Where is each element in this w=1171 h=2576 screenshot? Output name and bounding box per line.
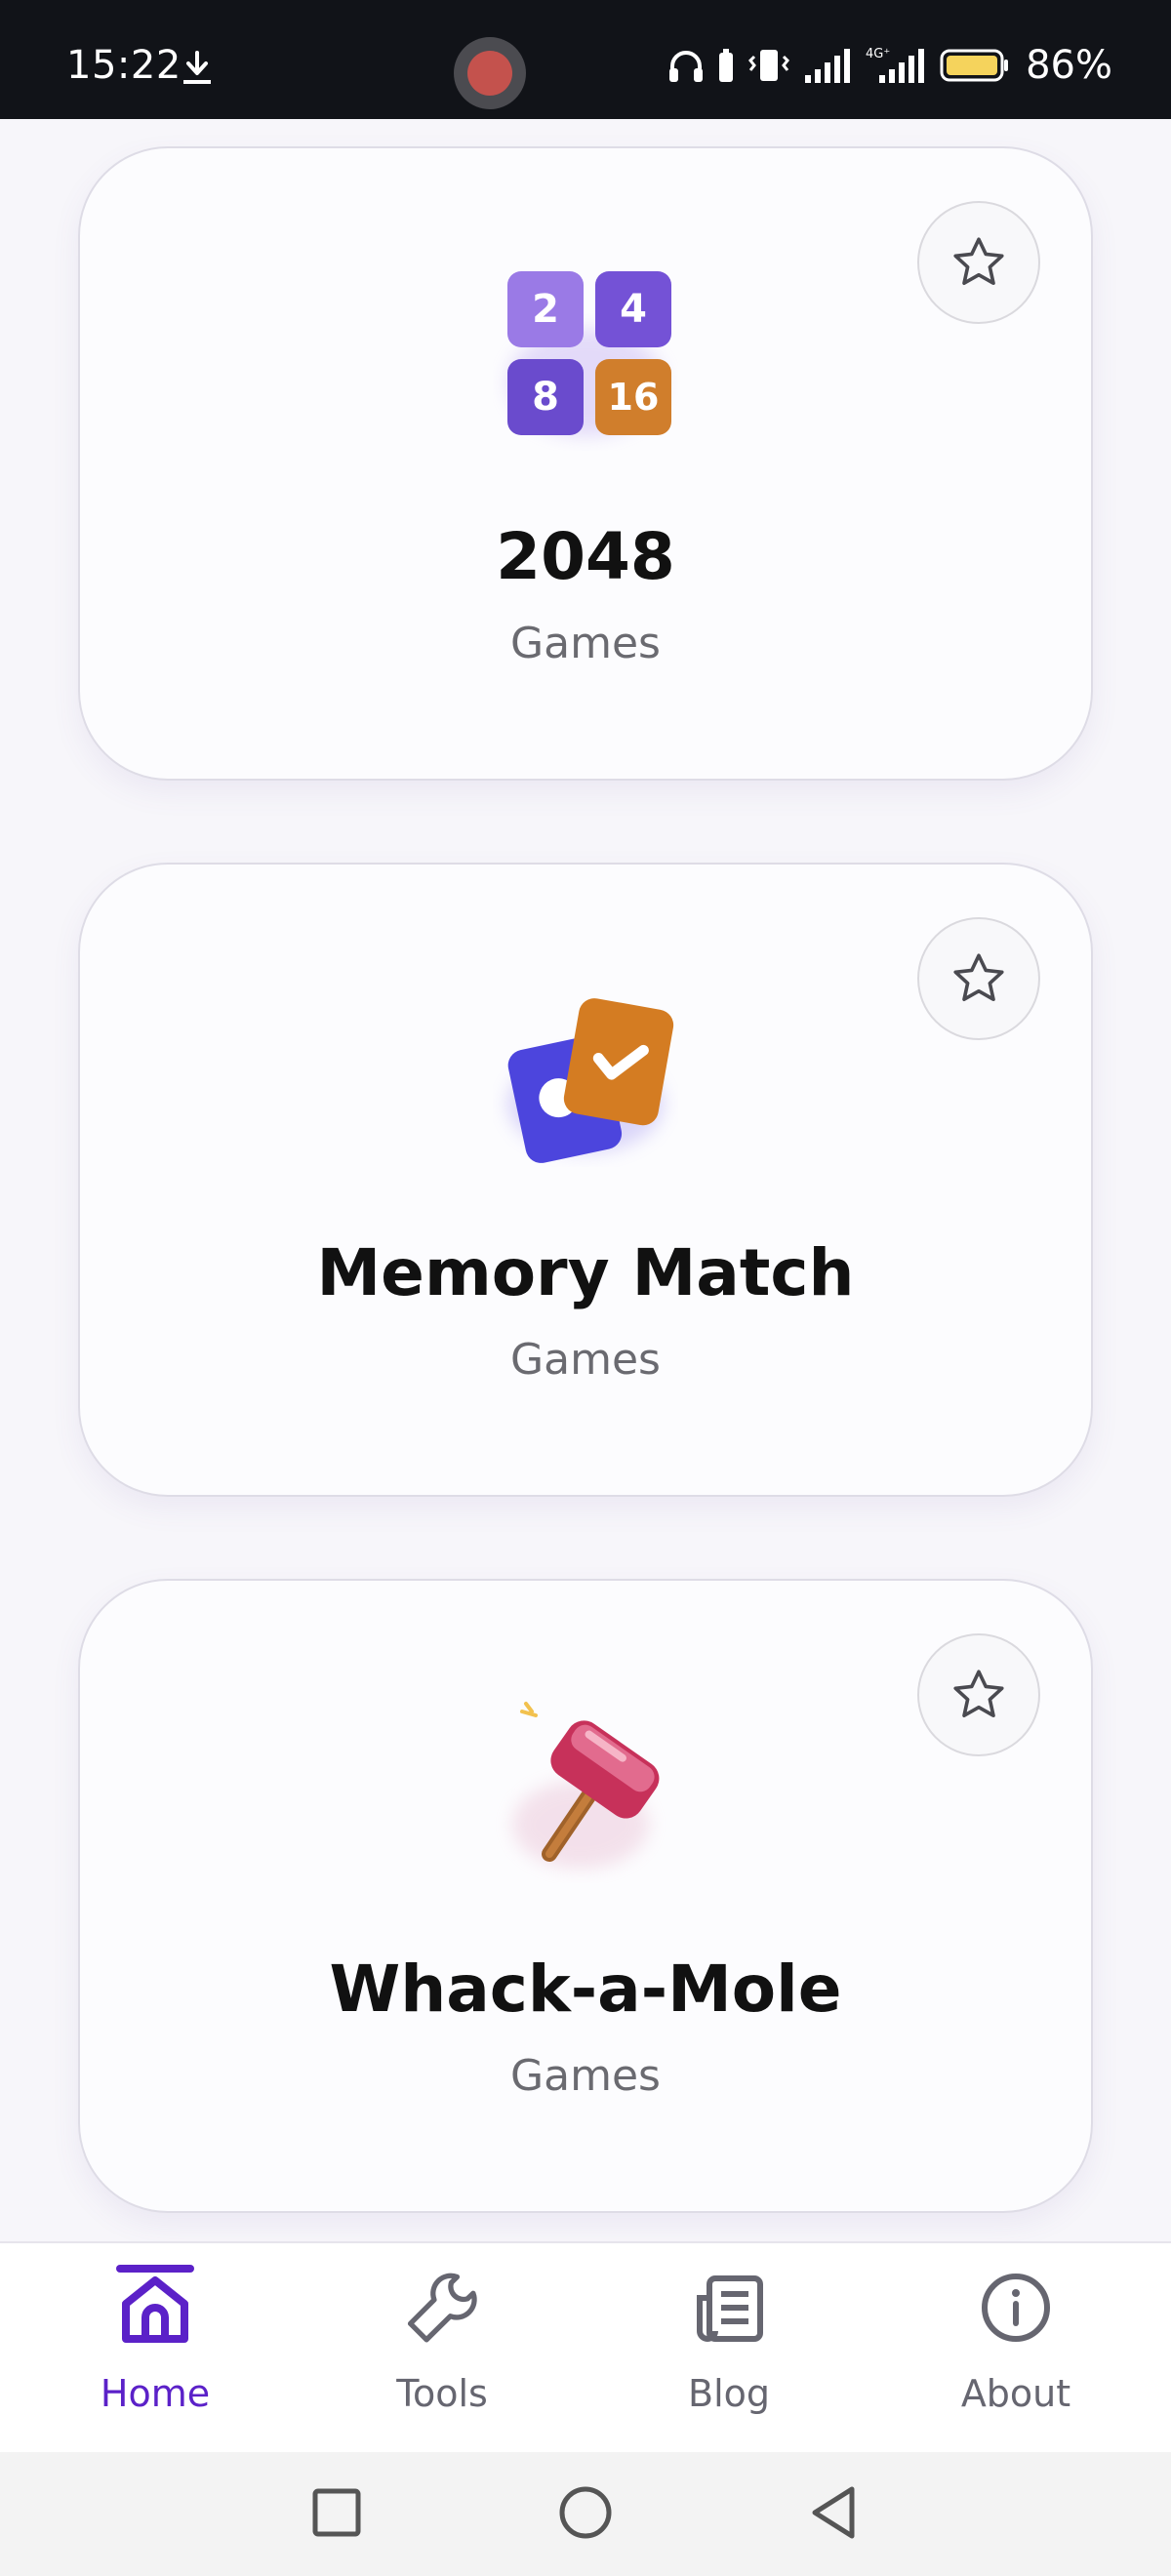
favorite-button[interactable] <box>917 201 1040 324</box>
tile-8: 8 <box>532 375 559 420</box>
signal-icon <box>805 49 851 83</box>
star-outline-icon <box>953 1670 1004 1717</box>
memory-cards-icon <box>507 998 674 1163</box>
game-card-whack-a-mole[interactable]: Whack-a-Mole Games <box>78 1579 1093 2213</box>
nav-label: About <box>960 2372 1071 2415</box>
home-button[interactable] <box>554 2481 617 2544</box>
tiles-2048-icon: 2 4 8 16 <box>507 271 671 436</box>
tile-2: 2 <box>532 287 559 332</box>
card-title: Memory Match <box>316 1235 855 1310</box>
favorite-button[interactable] <box>917 1633 1040 1756</box>
nav-about[interactable]: About <box>918 2243 1113 2454</box>
status-icons: 4G⁺ 86% <box>666 43 1112 88</box>
status-time: 15:22 <box>66 43 182 88</box>
game-card-2048[interactable]: 2 4 8 16 2048 Games <box>78 146 1093 781</box>
nav-tools[interactable]: Tools <box>344 2243 540 2454</box>
nav-label: Tools <box>396 2372 488 2415</box>
back-button[interactable] <box>803 2481 866 2544</box>
card-category: Games <box>510 619 661 668</box>
newspaper-icon <box>697 2275 763 2342</box>
download-icon <box>183 51 211 84</box>
headphone-battery-icon <box>719 49 734 82</box>
star-outline-icon <box>953 953 1004 1001</box>
tile-4: 4 <box>620 287 647 332</box>
nav-label: Home <box>100 2372 211 2415</box>
recents-button[interactable] <box>305 2481 368 2544</box>
home-icon <box>122 2276 188 2343</box>
tile-16: 16 <box>608 376 660 419</box>
card-category: Games <box>510 1335 661 1385</box>
wrench-icon <box>407 2273 477 2343</box>
signal-4g-icon: 4G⁺ <box>866 47 925 83</box>
status-bar: 15:22 4G⁺ 86% <box>0 0 1171 119</box>
star-outline-icon <box>953 237 1004 285</box>
screen-record-icon <box>454 37 526 109</box>
system-navigation-bar <box>0 2452 1171 2576</box>
nav-home[interactable]: Home <box>58 2243 253 2454</box>
headphones-icon <box>669 51 704 82</box>
nav-label: Blog <box>688 2372 770 2415</box>
game-card-memory-match[interactable]: Memory Match Games <box>78 863 1093 1497</box>
favorite-button[interactable] <box>917 917 1040 1040</box>
nav-blog[interactable]: Blog <box>631 2243 827 2454</box>
game-list: 2 4 8 16 2048 Games Memory Match Games W… <box>0 119 1171 2241</box>
battery-icon <box>940 49 1009 82</box>
battery-percent: 86% <box>1026 43 1112 88</box>
bottom-navigation: Home Tools Blog About <box>0 2241 1171 2452</box>
info-icon <box>982 2274 1050 2342</box>
svg-text:4G⁺: 4G⁺ <box>866 47 890 61</box>
card-category: Games <box>510 2051 661 2101</box>
hammer-icon <box>512 1702 660 1869</box>
card-title: 2048 <box>496 519 675 594</box>
card-title: Whack-a-Mole <box>329 1952 842 2027</box>
vibrate-icon <box>748 50 790 81</box>
